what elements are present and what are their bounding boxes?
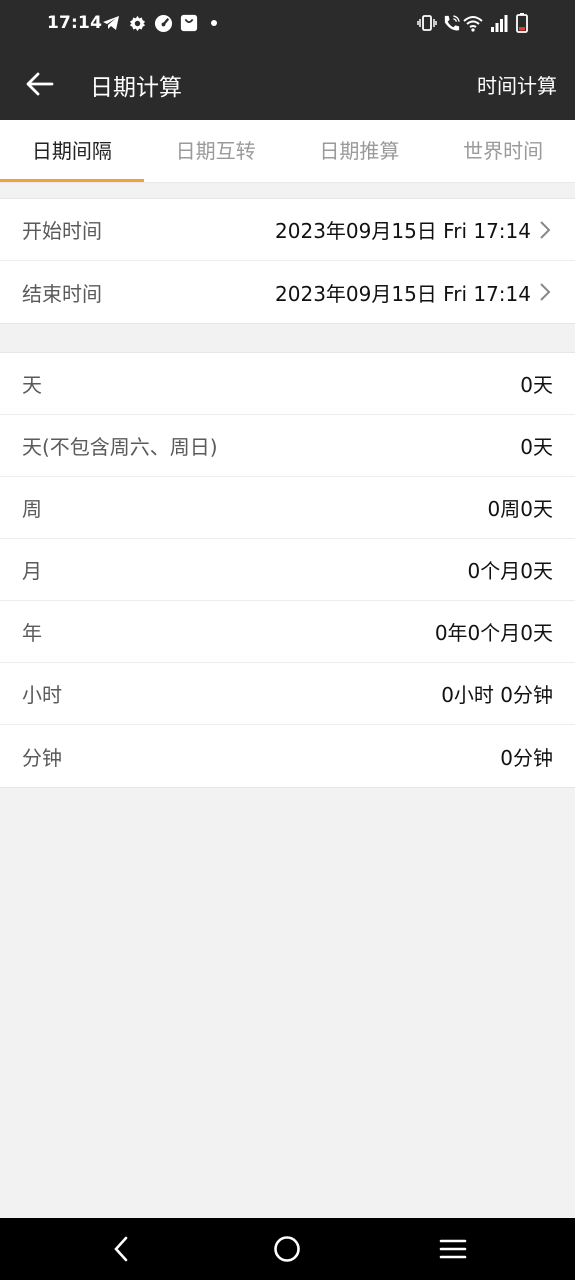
end-time-value: 2023年09月15日 Fri 17:14 — [275, 281, 531, 306]
result-label: 月 — [22, 559, 42, 583]
wifi-icon — [463, 13, 483, 33]
wifi-call-icon — [441, 13, 461, 33]
result-value: 0小时 0分钟 — [441, 683, 553, 707]
page-title: 日期计算 — [90, 75, 182, 101]
tab-world-time[interactable]: 世界时间 — [431, 120, 575, 182]
dot-icon — [211, 20, 217, 26]
tab-bar: 日期间隔 日期互转 日期推算 世界时间 — [0, 120, 575, 183]
menu-icon — [439, 1239, 467, 1259]
telegram-icon — [101, 13, 121, 33]
result-label: 天 — [22, 373, 42, 397]
result-label: 周 — [22, 497, 42, 521]
result-label: 年 — [22, 621, 42, 645]
end-time-label: 结束时间 — [22, 281, 102, 306]
result-label: 小时 — [22, 683, 62, 707]
chevron-right-icon — [539, 282, 553, 302]
start-time-row[interactable]: 开始时间 2023年09月15日 Fri 17:14 — [0, 199, 575, 261]
tab-date-convert[interactable]: 日期互转 — [144, 120, 288, 182]
signal-icon — [489, 13, 509, 33]
system-nav-bar — [0, 1218, 575, 1280]
home-circle-icon — [274, 1236, 300, 1262]
result-row-minutes: 分钟 0分钟 — [0, 725, 575, 787]
result-row-workdays: 天(不包含周六、周日) 0天 — [0, 415, 575, 477]
result-label: 天(不包含周六、周日) — [22, 435, 218, 459]
status-bar: 17:14 — [0, 0, 575, 48]
result-value: 0天 — [520, 373, 553, 397]
result-value: 0个月0天 — [467, 559, 553, 583]
result-row-months: 月 0个月0天 — [0, 539, 575, 601]
results-card: 天 0天 天(不包含周六、周日) 0天 周 0周0天 月 0个月0天 年 0年0… — [0, 352, 575, 788]
arrow-left-icon — [26, 72, 54, 96]
result-row-days: 天 0天 — [0, 353, 575, 415]
speedometer-icon — [153, 13, 173, 33]
tab-date-calc[interactable]: 日期推算 — [288, 120, 432, 182]
gear-icon — [127, 13, 147, 33]
range-card: 开始时间 2023年09月15日 Fri 17:14 结束时间 2023年09月… — [0, 198, 575, 324]
back-button[interactable] — [22, 66, 58, 102]
chevron-right-icon — [539, 220, 553, 240]
nav-home-button[interactable] — [270, 1232, 304, 1266]
nav-back-button[interactable] — [104, 1232, 138, 1266]
time-calc-button[interactable]: 时间计算 — [477, 70, 557, 99]
result-row-weeks: 周 0周0天 — [0, 477, 575, 539]
result-label: 分钟 — [22, 745, 62, 770]
vibrate-icon — [417, 13, 437, 33]
chevron-left-icon — [114, 1236, 128, 1262]
tab-date-interval[interactable]: 日期间隔 — [0, 120, 144, 182]
status-time: 17:14 — [47, 13, 103, 33]
result-row-hours: 小时 0小时 0分钟 — [0, 663, 575, 725]
result-value: 0周0天 — [487, 497, 553, 521]
nav-recents-button[interactable] — [436, 1232, 470, 1266]
start-time-label: 开始时间 — [22, 219, 102, 243]
end-time-row[interactable]: 结束时间 2023年09月15日 Fri 17:14 — [0, 261, 575, 323]
result-value: 0天 — [520, 435, 553, 459]
app-bar: 日期计算 时间计算 — [0, 48, 575, 120]
battery-icon — [512, 13, 532, 33]
result-row-years: 年 0年0个月0天 — [0, 601, 575, 663]
shopping-bag-icon — [179, 13, 199, 33]
result-value: 0分钟 — [500, 745, 553, 770]
result-value: 0年0个月0天 — [434, 621, 553, 645]
start-time-value: 2023年09月15日 Fri 17:14 — [275, 219, 531, 243]
